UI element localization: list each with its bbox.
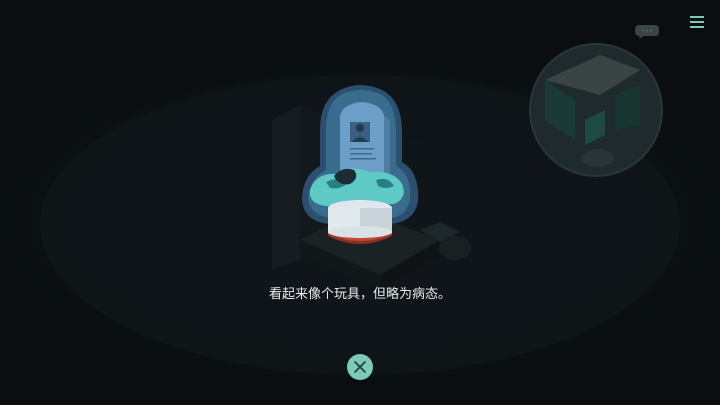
item-description: 看起来像个玩具，但略为病态。 — [268, 287, 451, 302]
tombstone-toy-icon — [302, 85, 419, 244]
game-stage: 看起来像个玩具，但略为病态。 — [0, 0, 720, 405]
window-porthole — [529, 43, 663, 177]
speech-bubble-icon — [635, 25, 659, 39]
hamburger-menu-icon — [690, 16, 704, 28]
close-icon — [354, 361, 366, 373]
close-button[interactable] — [347, 354, 373, 380]
menu-button[interactable] — [686, 12, 708, 32]
